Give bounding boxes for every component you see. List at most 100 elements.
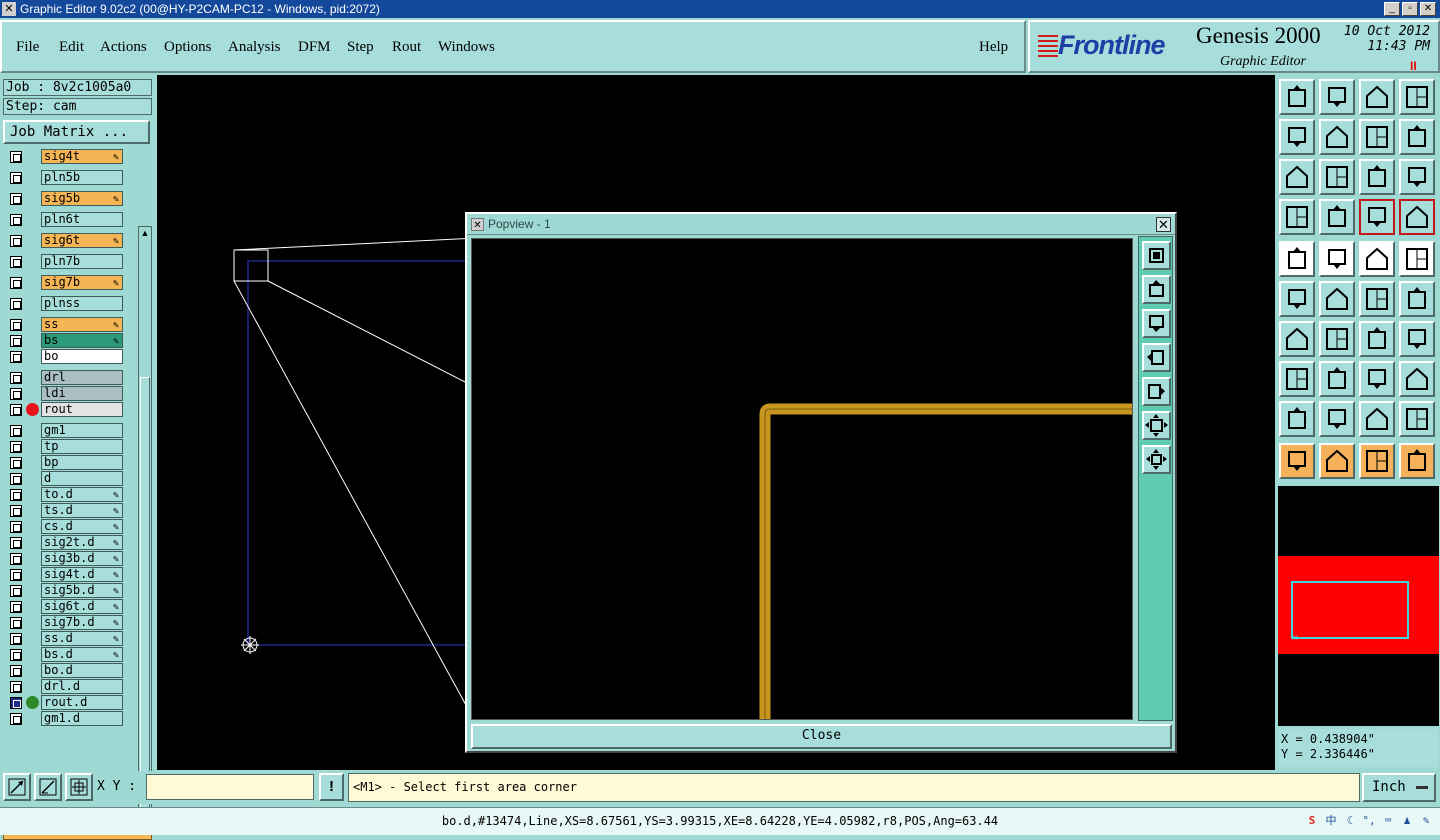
layer-name[interactable]: bp xyxy=(41,455,123,470)
layer-name[interactable]: sig6t.d ✎ xyxy=(41,599,123,614)
language-icon[interactable]: 中 xyxy=(1323,813,1339,829)
layer-name[interactable]: sig5b ✎ xyxy=(41,191,123,206)
layer-row[interactable]: bo xyxy=(3,349,136,364)
popview-pan-up-icon[interactable] xyxy=(1142,275,1171,304)
layer-affected-checkbox[interactable] xyxy=(10,441,22,453)
user-icon[interactable]: ♟ xyxy=(1399,813,1415,829)
snap-node-icon[interactable] xyxy=(1279,281,1315,317)
layer-name[interactable]: ss ✎ xyxy=(41,317,123,332)
snap-point-icon[interactable] xyxy=(1359,281,1395,317)
save-icon[interactable] xyxy=(1319,79,1355,115)
grid-snap-icon[interactable] xyxy=(65,773,93,801)
layer-row[interactable]: sig2t.d ✎ xyxy=(3,535,136,550)
redraw-icon[interactable] xyxy=(1399,119,1435,155)
layer-scrollbar[interactable]: ▲ ▼ xyxy=(138,226,152,818)
layer-row[interactable]: sig3b.d ✎ xyxy=(3,551,136,566)
layer-name[interactable]: rout.d xyxy=(41,695,123,710)
layer-row[interactable]: d xyxy=(3,471,136,486)
layer-affected-checkbox[interactable] xyxy=(10,473,22,485)
layer-name[interactable]: to.d ✎ xyxy=(41,487,123,502)
layer-affected-checkbox[interactable] xyxy=(10,335,22,347)
layer-row[interactable]: sig4t ✎ xyxy=(3,149,136,164)
layer-affected-checkbox[interactable] xyxy=(10,235,22,247)
layer-row[interactable]: gm1 xyxy=(3,423,136,438)
add-surface-icon[interactable] xyxy=(1399,241,1435,277)
select-net-icon[interactable] xyxy=(1399,443,1435,479)
menu-analysis[interactable]: Analysis xyxy=(228,39,281,56)
layer-affected-checkbox[interactable] xyxy=(10,172,22,184)
layer-affected-checkbox[interactable] xyxy=(10,713,22,725)
zoom-center-icon[interactable] xyxy=(1319,159,1355,195)
layer-name[interactable]: sig4t ✎ xyxy=(41,149,123,164)
menu-step[interactable]: Step xyxy=(347,39,374,56)
exclaim-button[interactable]: ! xyxy=(319,773,344,801)
pan-left-icon[interactable] xyxy=(1279,119,1315,155)
measure-icon[interactable] xyxy=(34,773,62,801)
layer-row[interactable]: to.d ✎ xyxy=(3,487,136,502)
keyboard-icon[interactable]: ⌨ xyxy=(1380,813,1396,829)
layer-row[interactable]: sig4t.d ✎ xyxy=(3,567,136,582)
pan-right-icon[interactable] xyxy=(1319,119,1355,155)
layer-row[interactable]: pln7b xyxy=(3,254,136,269)
snap-end-icon[interactable] xyxy=(1399,281,1435,317)
menu-dfm[interactable]: DFM xyxy=(298,39,331,56)
triangle-alt-icon[interactable] xyxy=(1319,401,1355,437)
layer-row[interactable]: sig6t.d ✎ xyxy=(3,599,136,614)
layer-name[interactable]: bo.d xyxy=(41,663,123,678)
triangle-icon[interactable] xyxy=(1279,401,1315,437)
layer-name[interactable]: tp xyxy=(41,439,123,454)
grid-icon[interactable] xyxy=(1319,199,1355,235)
scroll-thumb[interactable] xyxy=(140,377,150,817)
layer-affected-checkbox[interactable] xyxy=(10,151,22,163)
layer-affected-checkbox[interactable] xyxy=(10,537,22,549)
layer-name[interactable]: drl xyxy=(41,370,123,385)
layer-affected-checkbox[interactable] xyxy=(10,649,22,661)
popview-copy-icon[interactable] xyxy=(1142,241,1171,270)
menu-rout[interactable]: Rout xyxy=(392,39,421,56)
layer-row[interactable]: ss.d ✎ xyxy=(3,631,136,646)
layer-row[interactable]: pln6t xyxy=(3,212,136,227)
layer-name[interactable]: rout xyxy=(41,402,123,417)
distance-icon[interactable] xyxy=(1359,361,1395,397)
select-box-icon[interactable] xyxy=(1319,443,1355,479)
close-icon[interactable]: ✕ xyxy=(1420,2,1436,16)
units-select[interactable]: Inch xyxy=(1362,773,1436,802)
layer-compare-icon[interactable] xyxy=(1399,199,1435,235)
popview-pan-down-icon[interactable] xyxy=(1142,309,1171,338)
minimize-icon[interactable]: _ xyxy=(1384,2,1400,16)
layer-affected-checkbox[interactable] xyxy=(10,681,22,693)
layer-affected-checkbox[interactable] xyxy=(10,665,22,677)
punctuation-icon[interactable]: °, xyxy=(1361,813,1377,829)
triangle-frame-icon[interactable] xyxy=(1359,401,1395,437)
popview-close-button[interactable]: Close xyxy=(471,724,1172,749)
layer-name[interactable]: sig7b ✎ xyxy=(41,275,123,290)
layer-row[interactable]: bp xyxy=(3,455,136,470)
scroll-up-icon[interactable]: ▲ xyxy=(140,227,150,239)
layer-affected-checkbox[interactable] xyxy=(10,633,22,645)
menu-help[interactable]: Help xyxy=(979,39,1008,56)
help-icon[interactable] xyxy=(1399,159,1435,195)
layer-name[interactable]: gm1 xyxy=(41,423,123,438)
layer-affected-checkbox[interactable] xyxy=(10,569,22,581)
overview-map[interactable]: × xyxy=(1278,486,1439,726)
layer-affected-checkbox[interactable] xyxy=(10,489,22,501)
snap-cross-icon[interactable] xyxy=(1319,281,1355,317)
layer-name[interactable]: pln6t xyxy=(41,212,123,227)
layer-name[interactable]: sig6t ✎ xyxy=(41,233,123,248)
job-matrix-button[interactable]: Job Matrix ... xyxy=(3,120,150,144)
popview-titlebar[interactable]: ✕ Popview - 1 ✕ xyxy=(467,214,1175,235)
layer-name[interactable]: sig4t.d ✎ xyxy=(41,567,123,582)
layer-row[interactable]: bs ✎ xyxy=(3,333,136,348)
menu-options[interactable]: Options xyxy=(164,39,212,56)
layer-row[interactable]: sig7b.d ✎ xyxy=(3,615,136,630)
layer-name[interactable]: sig3b.d ✎ xyxy=(41,551,123,566)
layer-row[interactable]: bo.d xyxy=(3,663,136,678)
layer-row[interactable]: rout.d xyxy=(3,695,136,710)
layer-affected-checkbox[interactable] xyxy=(10,372,22,384)
shape-icon[interactable] xyxy=(1399,361,1435,397)
add-line-icon[interactable] xyxy=(1319,241,1355,277)
layer-name[interactable]: sig2t.d ✎ xyxy=(41,535,123,550)
layer-display-icon[interactable] xyxy=(1359,199,1395,235)
layer-row[interactable]: tp xyxy=(3,439,136,454)
line-draw-icon[interactable] xyxy=(1319,321,1355,357)
